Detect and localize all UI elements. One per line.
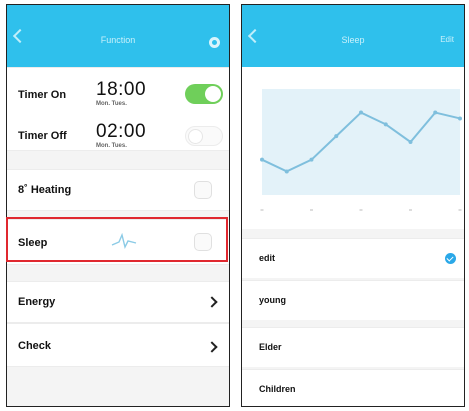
back-arrow-icon[interactable]: [12, 28, 28, 44]
sleep-wave-icon: [111, 233, 137, 250]
function-screen: Function Timer On 18:00 Mon. Tues. Timer…: [6, 4, 230, 407]
chevron-right-icon: [206, 296, 218, 308]
timer-off-label: Timer Off: [18, 130, 67, 142]
timer-off-time[interactable]: 02:00: [96, 121, 146, 143]
check-row[interactable]: Check: [7, 323, 229, 367]
timer-panel: Timer On 18:00 Mon. Tues. Timer Off 02:0…: [7, 67, 229, 151]
sleep-mode-item[interactable]: Children: [242, 369, 464, 406]
x-axis-tick: [359, 209, 363, 211]
sleep-mode-item[interactable]: edit: [242, 238, 464, 278]
sleep-row[interactable]: Sleep: [7, 219, 229, 265]
sleep-curve-point[interactable]: [309, 157, 314, 162]
energy-row[interactable]: Energy: [7, 281, 229, 323]
sleep-curve-point[interactable]: [359, 110, 363, 115]
sleep-curve-point[interactable]: [284, 169, 289, 174]
x-axis-tick: [409, 209, 412, 211]
heating-label: 8˚ Heating: [18, 184, 72, 196]
sleep-curve-point[interactable]: [408, 140, 413, 144]
sleep-mode-item[interactable]: young: [242, 280, 464, 320]
settings-icon[interactable]: [209, 37, 220, 48]
sleep-curve-point[interactable]: [433, 110, 438, 115]
heating-row[interactable]: 8˚ Heating: [7, 169, 229, 211]
toggle-knob: [188, 129, 203, 144]
timer-off-toggle[interactable]: [185, 126, 223, 146]
timer-on-time[interactable]: 18:00: [96, 79, 146, 101]
check-label: Check: [18, 340, 52, 352]
timer-on-days: Mon. Tues.: [96, 101, 127, 107]
toggle-knob: [205, 86, 221, 102]
sleep-mode-item[interactable]: Elder: [242, 327, 464, 367]
chevron-right-icon: [206, 341, 218, 353]
sleep-curve-point[interactable]: [260, 157, 264, 162]
sleep-curve-chart[interactable]: [242, 67, 464, 229]
sleep-curve-point[interactable]: [334, 134, 339, 139]
x-axis-tick: [260, 209, 264, 211]
page-title: Sleep: [341, 35, 365, 45]
header-bar: Sleep Edit: [242, 5, 464, 67]
timer-on-toggle[interactable]: [185, 84, 223, 104]
sleep-curve-point[interactable]: [383, 122, 388, 127]
edit-button[interactable]: Edit: [440, 35, 454, 44]
x-axis-tick: [310, 209, 313, 211]
header-bar: Function: [7, 5, 229, 67]
energy-label: Energy: [18, 296, 56, 308]
sleep-mode-label: edit: [259, 253, 276, 263]
sleep-screen: Sleep Edit edit young Elder Children: [241, 4, 465, 407]
sleep-curve-point[interactable]: [458, 116, 462, 121]
sleep-mode-label: young: [259, 295, 286, 305]
sleep-mode-label: Children: [259, 384, 296, 394]
x-axis-tick: [458, 209, 462, 211]
selected-check-icon: [445, 253, 456, 264]
sleep-curve-svg: [260, 89, 462, 211]
sleep-checkbox[interactable]: [194, 233, 212, 251]
page-title: Function: [100, 35, 136, 45]
heating-checkbox[interactable]: [194, 181, 212, 199]
sleep-mode-label: Elder: [259, 342, 282, 352]
sleep-label: Sleep: [18, 237, 48, 249]
chart-plot-area: [262, 89, 460, 195]
back-arrow-icon[interactable]: [247, 28, 263, 44]
timer-on-label: Timer On: [18, 89, 67, 101]
timer-off-days: Mon. Tues.: [96, 143, 127, 149]
